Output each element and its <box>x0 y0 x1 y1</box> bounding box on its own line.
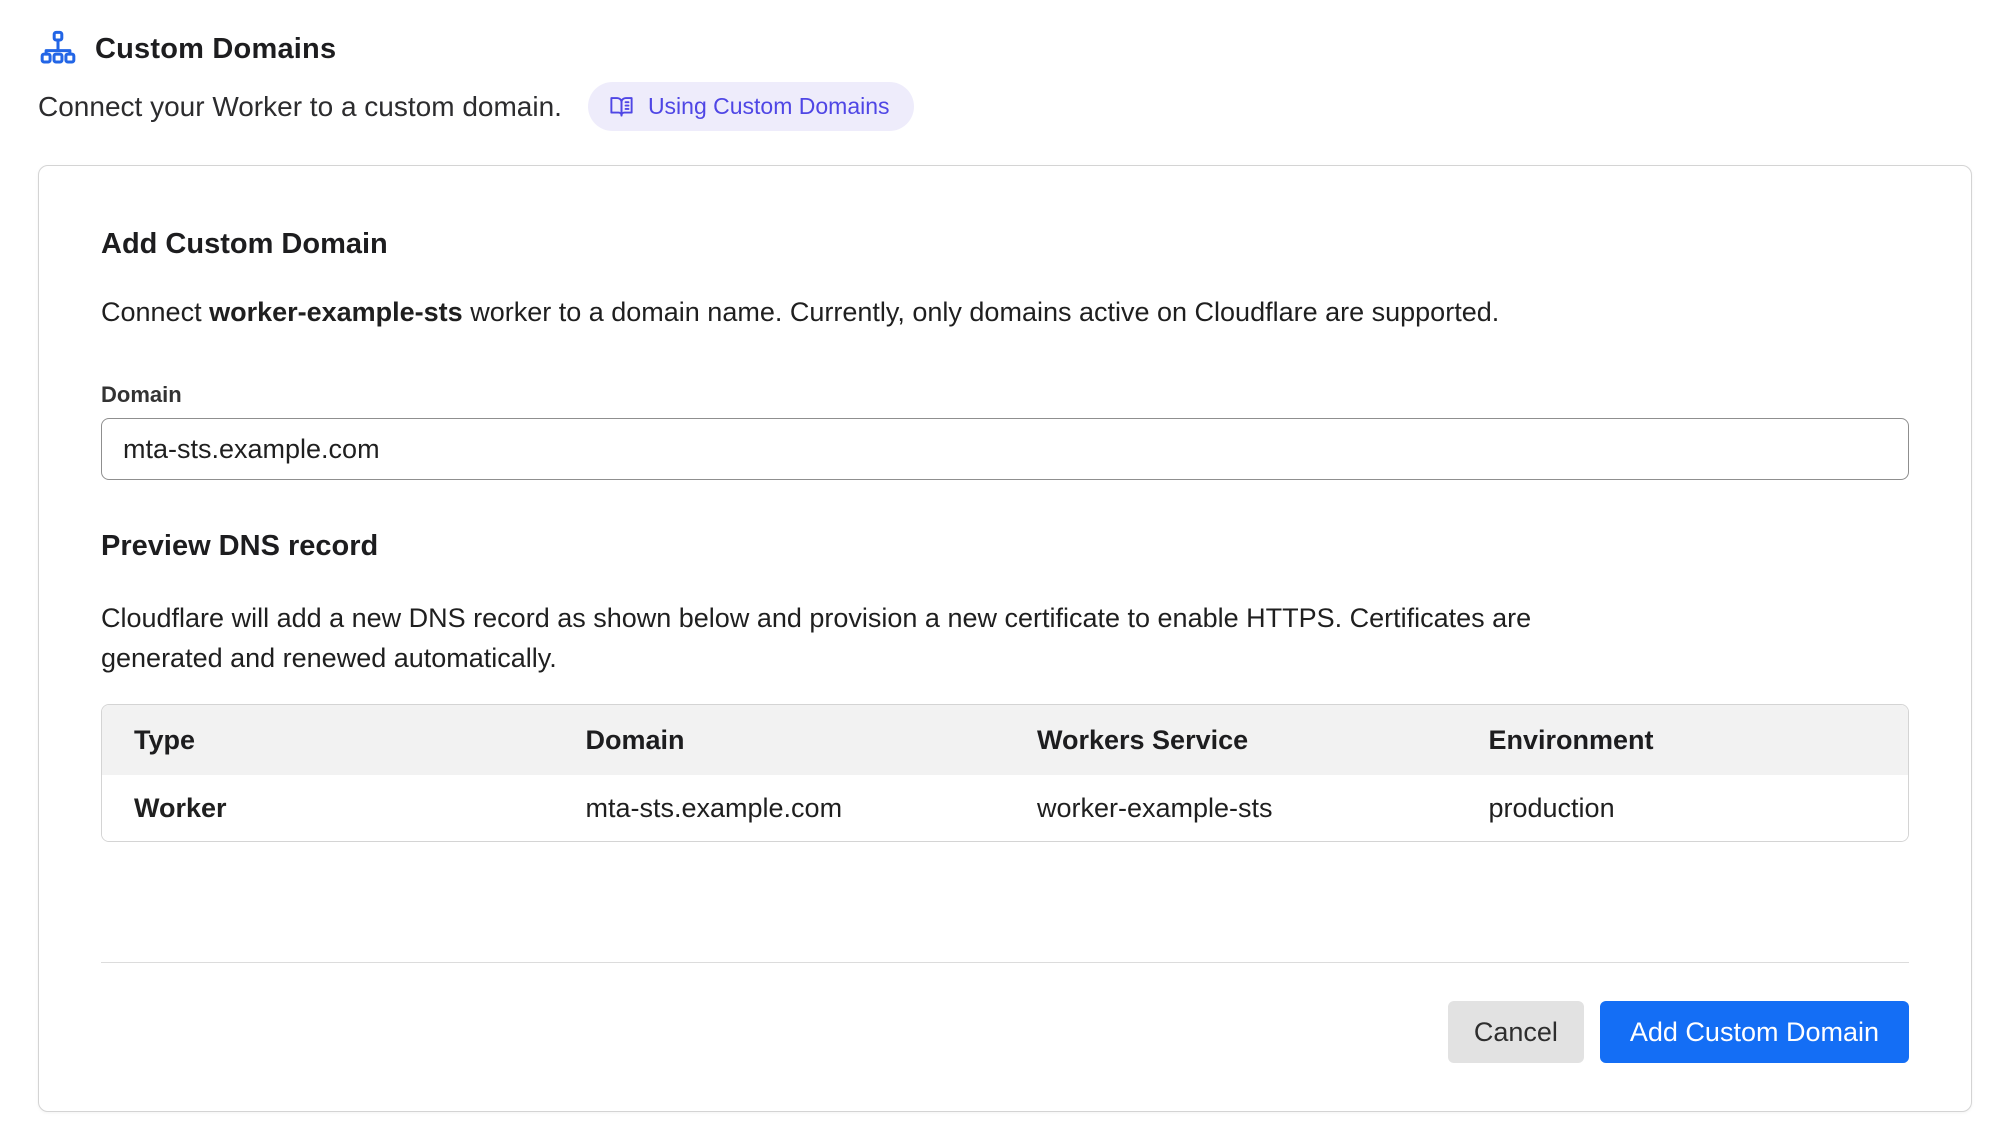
table-header-row: Type Domain Workers Service Environment <box>102 705 1908 775</box>
preview-dns-description: Cloudflare will add a new DNS record as … <box>101 598 1561 678</box>
worker-name: worker-example-sts <box>209 297 463 327</box>
table-header-type: Type <box>102 705 554 775</box>
using-custom-domains-label: Using Custom Domains <box>648 95 890 118</box>
add-custom-domain-button[interactable]: Add Custom Domain <box>1600 1001 1909 1063</box>
table-row: Worker mta-sts.example.com worker-exampl… <box>102 775 1908 841</box>
open-book-icon <box>608 93 635 120</box>
cell-type: Worker <box>102 775 554 841</box>
cancel-button[interactable]: Cancel <box>1448 1001 1584 1063</box>
preview-dns-title: Preview DNS record <box>101 528 1909 564</box>
table-header-environment: Environment <box>1457 705 1909 775</box>
table-header-domain: Domain <box>554 705 1006 775</box>
dns-preview-table: Type Domain Workers Service Environment … <box>101 704 1909 842</box>
using-custom-domains-link[interactable]: Using Custom Domains <box>588 82 914 131</box>
page-header: Custom Domains Connect your Worker to a … <box>38 30 1961 131</box>
domain-field-label: Domain <box>101 382 1909 408</box>
card-intro: Connect worker-example-sts worker to a d… <box>101 294 1909 330</box>
footer-divider <box>101 962 1909 963</box>
intro-suffix: worker to a domain name. Currently, only… <box>463 297 1500 327</box>
cell-workers-service: worker-example-sts <box>1005 775 1457 841</box>
add-custom-domain-card: Add Custom Domain Connect worker-example… <box>38 165 1972 1112</box>
table-header-workers-service: Workers Service <box>1005 705 1457 775</box>
cell-environment: production <box>1457 775 1909 841</box>
cell-domain: mta-sts.example.com <box>554 775 1006 841</box>
intro-prefix: Connect <box>101 297 209 327</box>
sitemap-hierarchy-icon <box>38 30 78 68</box>
page-title: Custom Domains <box>95 33 336 66</box>
page-subtitle: Connect your Worker to a custom domain. <box>38 91 562 123</box>
domain-input[interactable] <box>101 418 1909 480</box>
card-title: Add Custom Domain <box>101 226 1909 262</box>
footer-actions: Cancel Add Custom Domain <box>101 1001 1909 1063</box>
